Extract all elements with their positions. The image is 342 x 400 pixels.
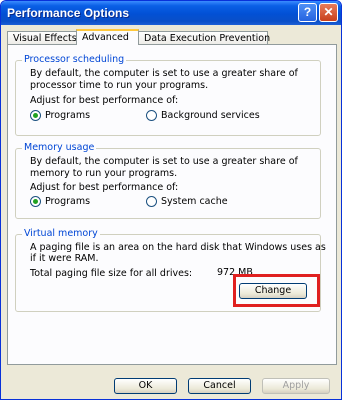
tab-visual-effects[interactable]: Visual Effects [7,31,77,45]
apply-button[interactable]: Apply [262,378,330,394]
title-bar[interactable]: Performance Options ? ✕ [1,1,341,25]
virtual-desc-line1: A paging file is an area on the hard dis… [30,242,326,253]
processor-programs-radio[interactable]: Programs [30,110,90,121]
memory-desc-line2: memory to run your programs. [30,168,178,179]
memory-usage-group: Memory usage By default, the computer is… [15,142,321,219]
close-button[interactable]: ✕ [319,3,338,22]
memory-usage-title: Memory usage [22,142,97,153]
memory-programs-radio[interactable]: Programs [30,196,90,207]
cancel-button[interactable]: Cancel [188,378,251,394]
radio-checked-icon [30,110,41,121]
radio-checked-icon [30,196,41,207]
tab-strip: Visual Effects Advanced Data Execution P… [7,29,337,45]
memory-programs-label: Programs [45,196,91,207]
processor-desc-line2: processor time to run your programs. [30,80,209,91]
processor-adjust-label: Adjust for best performance of: [30,95,179,106]
virtual-memory-title: Virtual memory [22,228,100,239]
window-title: Performance Options [7,6,130,20]
processor-desc-line1: By default, the computer is set to use a… [30,68,298,79]
processor-scheduling-title: Processor scheduling [22,54,127,65]
change-highlight-box [233,274,320,307]
performance-options-window: Performance Options ? ✕ Visual Effects A… [0,0,342,400]
help-button[interactable]: ? [298,3,317,22]
processor-background-label: Background services [161,110,260,121]
paging-file-total-label: Total paging file size for all drives: [30,268,193,279]
tab-advanced[interactable]: Advanced [76,29,139,45]
radio-unchecked-icon [146,110,157,121]
memory-adjust-label: Adjust for best performance of: [30,182,179,193]
memory-system-cache-radio[interactable]: System cache [146,196,228,207]
processor-programs-label: Programs [45,110,91,121]
processor-scheduling-group: Processor scheduling By default, the com… [15,54,321,136]
ok-button[interactable]: OK [114,378,177,394]
memory-desc-line1: By default, the computer is set to use a… [30,156,298,167]
radio-unchecked-icon [146,196,157,207]
tab-data-execution-prevention[interactable]: Data Execution Prevention [138,31,270,45]
memory-system-cache-label: System cache [161,196,228,207]
virtual-desc-line2: if it were RAM. [30,253,99,264]
processor-background-services-radio[interactable]: Background services [146,110,260,121]
